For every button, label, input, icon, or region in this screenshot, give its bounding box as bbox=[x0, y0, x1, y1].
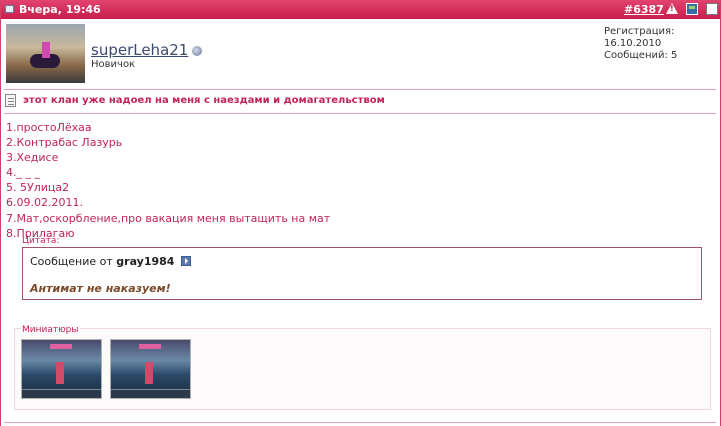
user-stats: Регистрация: 16.10.2010 Сообщений: 5 bbox=[604, 26, 720, 62]
avatar[interactable] bbox=[6, 24, 85, 83]
thumbnail-hud bbox=[22, 389, 101, 398]
message-count: Сообщений: 5 bbox=[604, 50, 678, 61]
post-number-link[interactable]: #6387 bbox=[624, 3, 664, 16]
multiquote-icon[interactable] bbox=[706, 3, 718, 15]
document-icon bbox=[5, 94, 16, 107]
thumbnail-nameplate bbox=[50, 344, 72, 349]
user-info-block: superLeha21 Новичок Регистрация: 16.10.2… bbox=[1, 19, 720, 89]
thumbnail-nameplate bbox=[139, 344, 161, 349]
post-line: 4._ _ _ bbox=[6, 166, 40, 180]
thumbnail-character bbox=[56, 362, 64, 384]
view-post-icon[interactable] bbox=[180, 256, 191, 266]
quote-author: gray1984 bbox=[116, 255, 175, 268]
user-rank: Новичок bbox=[91, 59, 136, 70]
report-icon[interactable] bbox=[686, 3, 698, 15]
quote-from: Сообщение от gray1984 bbox=[30, 255, 191, 268]
thumbnail-1[interactable] bbox=[21, 339, 102, 399]
post-title: этот клан уже надоел на меня с наездами … bbox=[23, 95, 385, 106]
post-header-bar: Вчера, 19:46 #6387 bbox=[1, 0, 720, 19]
registration-date: Регистрация: 16.10.2010 bbox=[604, 26, 675, 49]
post-line: 3.Хедисе bbox=[6, 151, 59, 165]
attachments-label: Миниатюры bbox=[21, 325, 80, 335]
post-body: 1.простоЛёхаа 2.Контрабас Лазурь 3.Хедис… bbox=[6, 120, 330, 241]
online-status-icon bbox=[192, 46, 202, 56]
attachments-box: Миниатюры bbox=[14, 325, 711, 410]
post-line: 1.простоЛёхаа bbox=[6, 121, 92, 134]
post-line: 6.09.02.2011. bbox=[6, 196, 83, 210]
quote-text: Антимат не наказуем! bbox=[30, 282, 171, 295]
post-icon bbox=[5, 5, 14, 13]
username-link[interactable]: superLeha21 bbox=[91, 41, 188, 59]
thumbnail-hud bbox=[111, 389, 190, 398]
divider bbox=[4, 422, 716, 423]
warning-icon[interactable] bbox=[666, 3, 678, 15]
divider bbox=[4, 113, 716, 114]
quote-box: Сообщение от gray1984 Антимат не наказуе… bbox=[22, 247, 702, 300]
forum-post: Вчера, 19:46 #6387 superLeha21 Новичок Р… bbox=[0, 0, 721, 426]
post-line: 7.Мат,оскорбление,про вакация меня вытащ… bbox=[6, 211, 331, 225]
post-date: Вчера, 19:46 bbox=[19, 3, 101, 16]
post-line: 2.Контрабас Лазурь bbox=[6, 136, 123, 150]
avatar-rider bbox=[42, 42, 50, 58]
post-line: 5. 5Улица2 bbox=[6, 181, 70, 195]
thumbnail-character bbox=[145, 362, 153, 384]
divider bbox=[4, 89, 716, 90]
quote-label: Цитата: bbox=[22, 236, 60, 246]
thumbnail-2[interactable] bbox=[110, 339, 191, 399]
quote-from-prefix: Сообщение от bbox=[30, 255, 113, 268]
